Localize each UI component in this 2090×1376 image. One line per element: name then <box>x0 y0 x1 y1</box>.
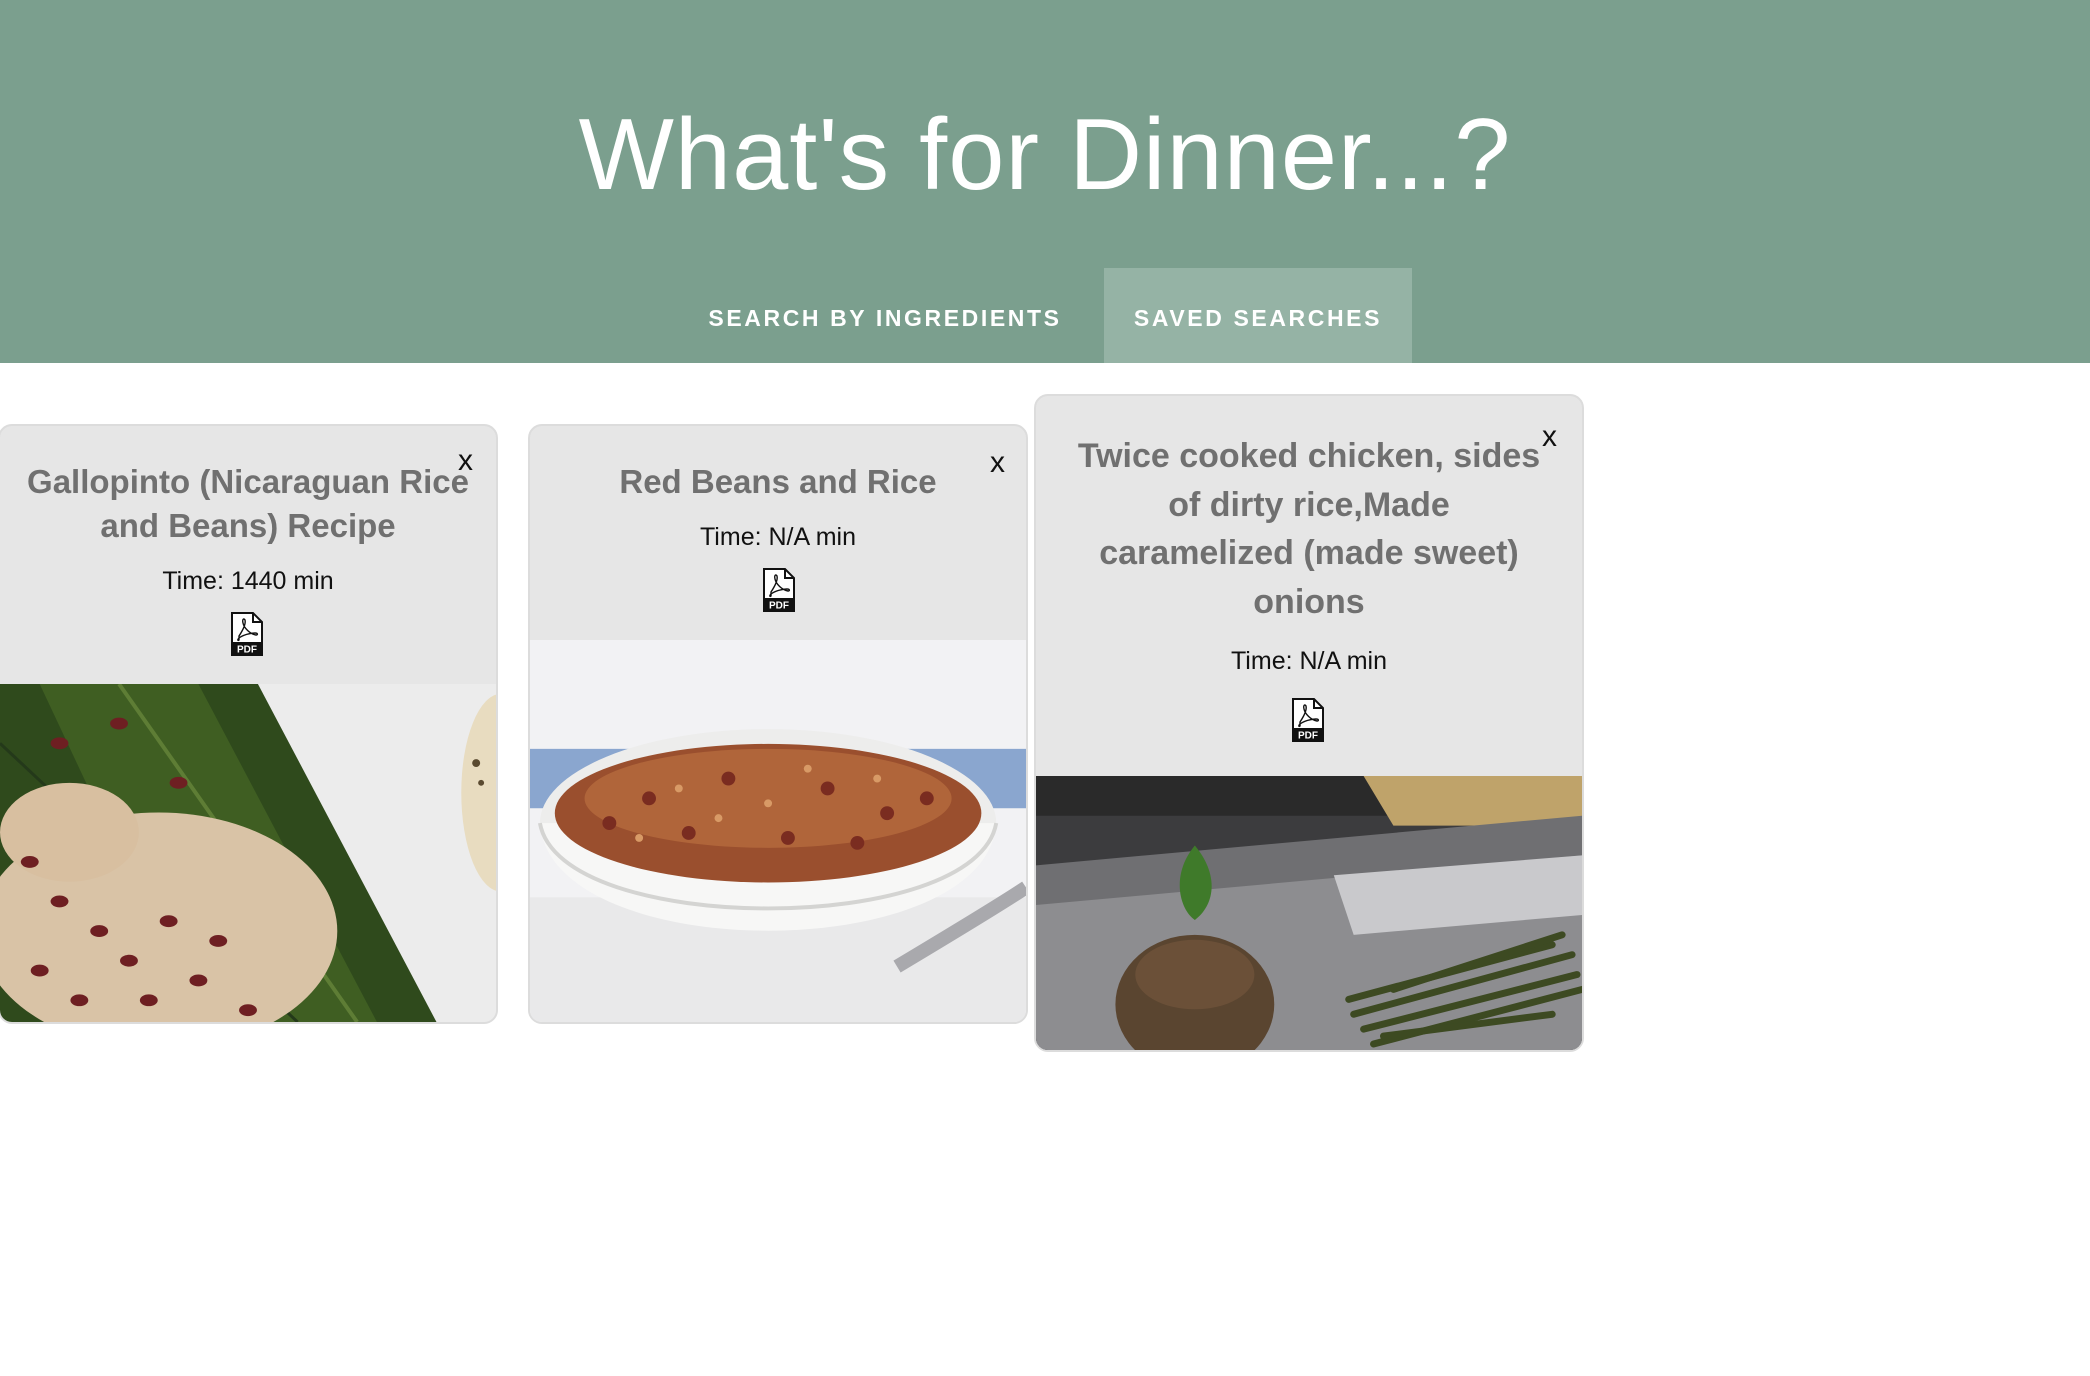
recipe-image <box>0 684 496 1022</box>
svg-text:PDF: PDF <box>237 645 257 656</box>
recipe-image <box>1036 776 1582 1050</box>
site-header: What's for Dinner...? SEARCH BY INGREDIE… <box>0 0 2090 363</box>
tab-search-by-ingredients[interactable]: SEARCH BY INGREDIENTS <box>678 268 1092 363</box>
svg-text:PDF: PDF <box>769 601 789 612</box>
pdf-icon[interactable]: PDF <box>230 612 264 656</box>
recipe-time: Time: N/A min <box>1230 647 1388 675</box>
recipe-time: Time: 1440 min <box>162 567 334 595</box>
recipe-time: Time: N/A min <box>699 523 857 551</box>
recipe-title: Red Beans and Rice <box>619 463 937 500</box>
main-nav: SEARCH BY INGREDIENTS SAVED SEARCHES <box>0 268 2090 363</box>
svg-text:PDF: PDF <box>1298 731 1318 742</box>
recipe-image <box>530 640 1026 1022</box>
recipe-card: Twice cooked chicken, sides of dirty ric… <box>1034 394 1584 1052</box>
recipe-card: Red Beans and Rice x Time: N/A min PDF <box>528 424 1028 1024</box>
recipe-card: Gallopinto (Nicaraguan Rice and Beans) R… <box>0 424 498 1024</box>
recipe-title: Gallopinto (Nicaraguan Rice and Beans) R… <box>27 463 469 544</box>
remove-recipe-button[interactable]: x <box>1542 422 1557 452</box>
remove-recipe-button[interactable]: x <box>458 446 473 476</box>
remove-recipe-button[interactable]: x <box>990 448 1005 478</box>
pdf-icon[interactable]: PDF <box>762 568 796 612</box>
pdf-icon[interactable]: PDF <box>1291 698 1325 742</box>
recipe-title: Twice cooked chicken, sides of dirty ric… <box>1077 437 1541 621</box>
tab-saved-searches[interactable]: SAVED SEARCHES <box>1104 268 1412 363</box>
site-title: What's for Dinner...? <box>578 99 1512 211</box>
